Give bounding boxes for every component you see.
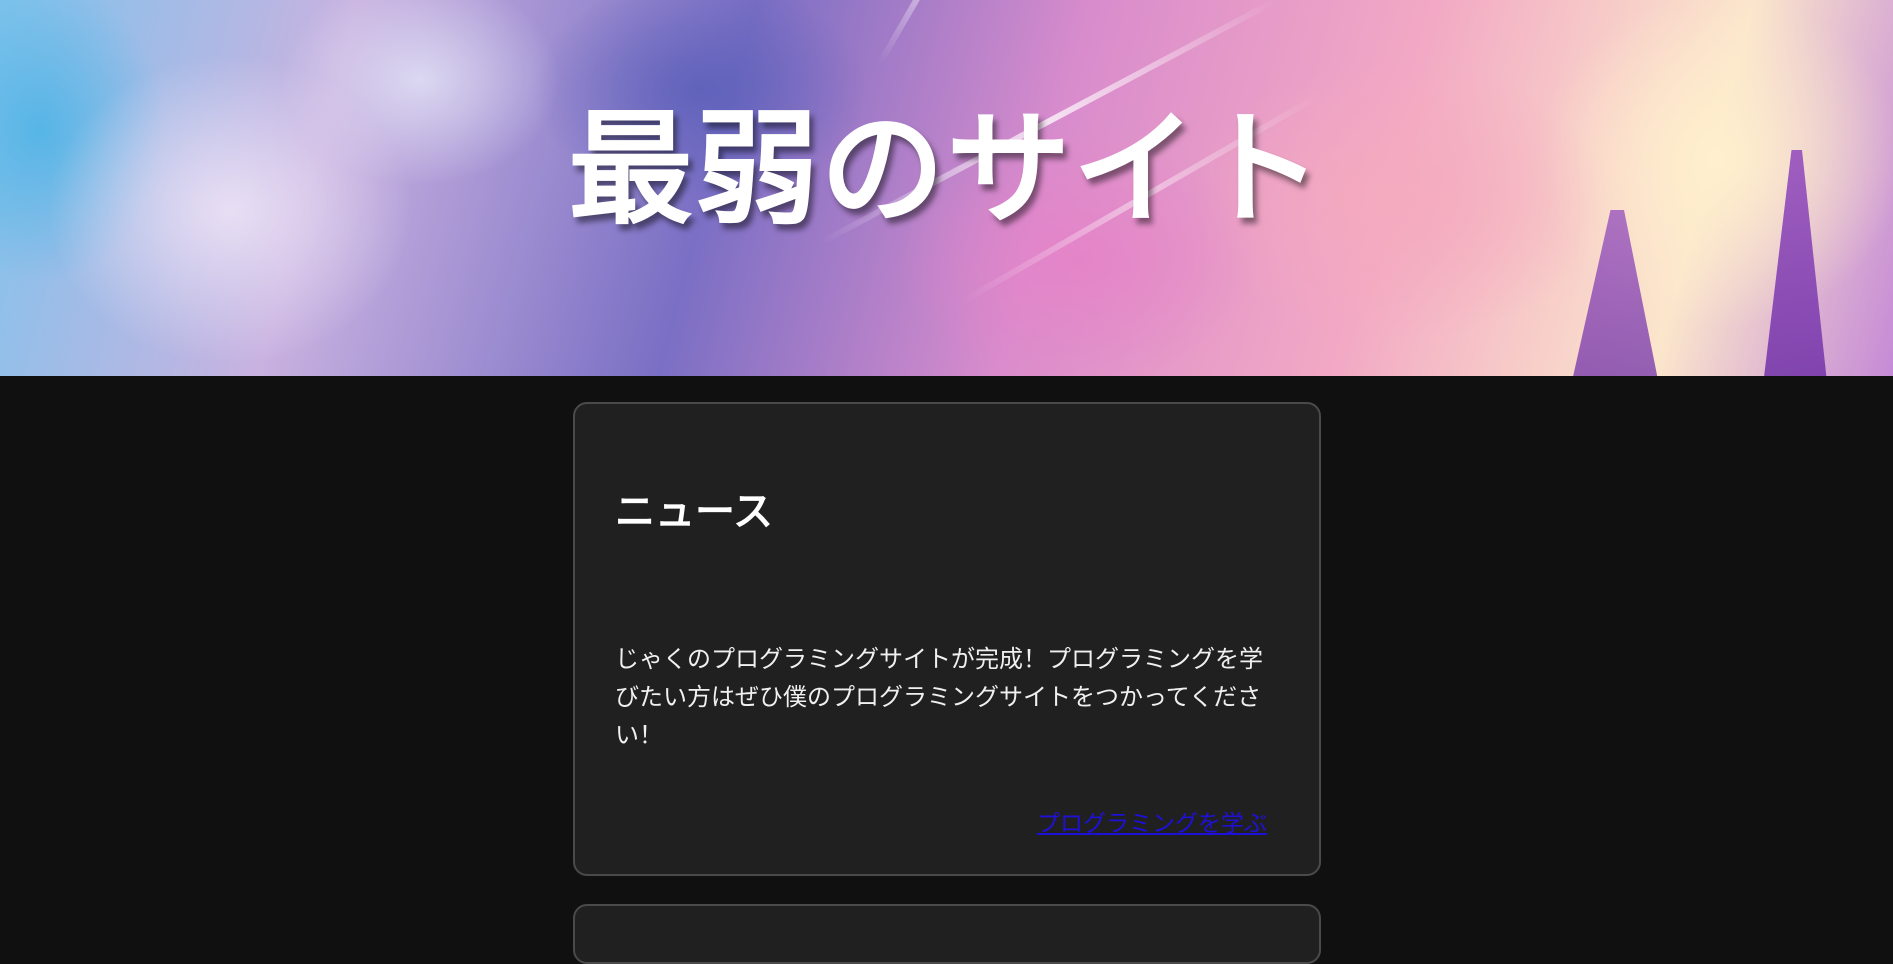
light-streak	[877, 0, 983, 65]
learn-programming-link[interactable]: プログラミングを学ぶ	[1037, 804, 1267, 838]
main-content: ニュース じゃくのプログラミングサイトが完成！プログラミングを学びたい方はぜひ僕…	[0, 376, 1893, 964]
news-card: ニュース じゃくのプログラミングサイトが完成！プログラミングを学びたい方はぜひ僕…	[573, 402, 1321, 876]
site-title: 最弱のサイト	[568, 98, 1325, 242]
hero-banner: 最弱のサイト	[0, 0, 1893, 376]
news-heading: ニュース	[615, 489, 773, 535]
next-card	[573, 904, 1321, 964]
news-body-text: じゃくのプログラミングサイトが完成！プログラミングを学びたい方はぜひ僕のプログラ…	[615, 645, 1263, 749]
background-spire	[1570, 210, 1660, 376]
